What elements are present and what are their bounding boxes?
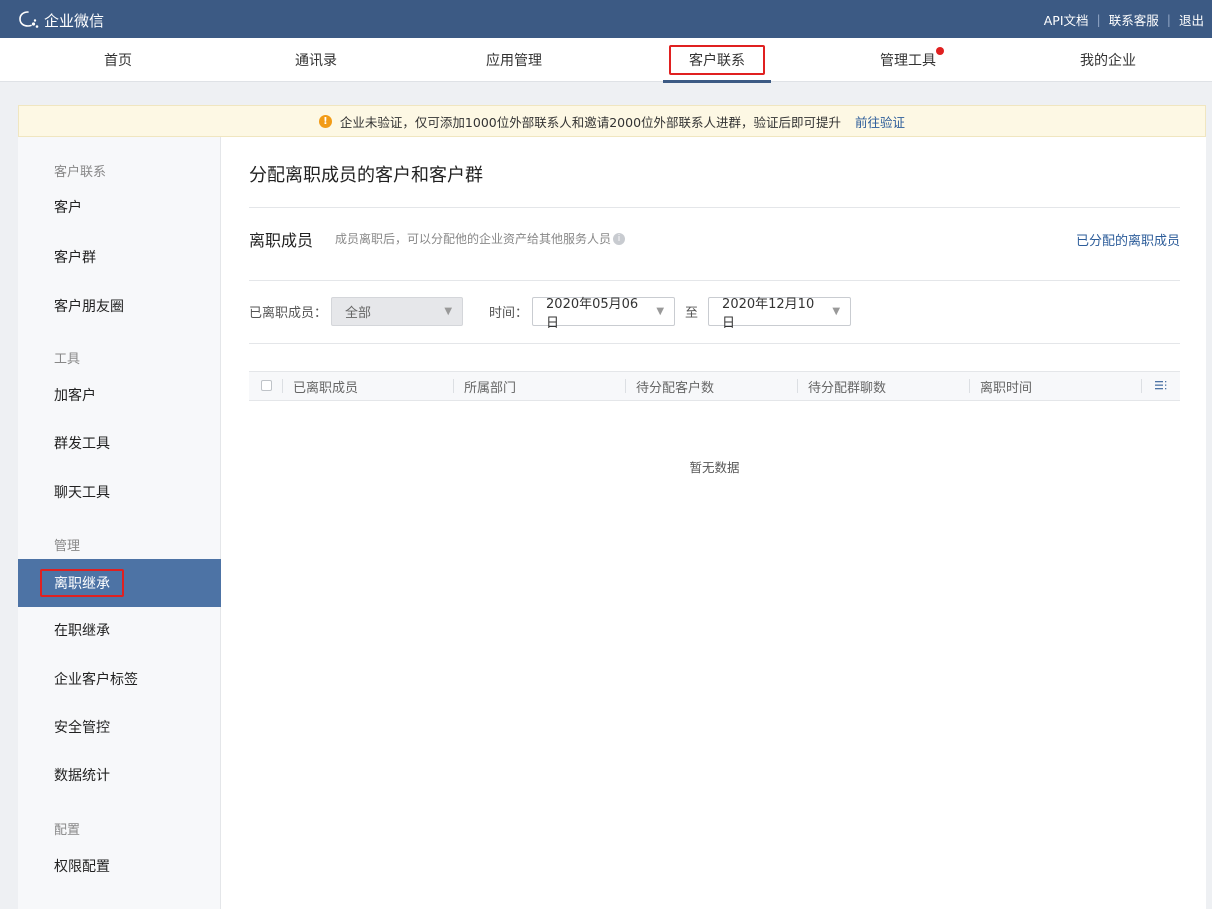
column-header-member[interactable]: 已离职成员	[293, 372, 358, 400]
main-panel: 客户联系 客户 客户群 客户朋友圈 工具 加客户 群发工具 聊天工具 管理 离职…	[18, 137, 1206, 909]
section-title: 离职成员	[249, 231, 314, 250]
time-filter-label: 时间：	[489, 306, 529, 321]
end-date-select[interactable]: 2020年12月10日 ▼	[708, 297, 852, 331]
warning-icon: !	[318, 114, 332, 128]
member-filter-select[interactable]: 全部 ▼	[331, 297, 464, 326]
column-header-pending-groups[interactable]: 待分配群聊数	[808, 372, 886, 400]
member-filter-value: 全部	[345, 306, 372, 321]
sidebar-item-stats[interactable]: 数据统计	[18, 751, 221, 799]
top-links: API文档 | 联系客服 | 退出	[1044, 0, 1204, 38]
column-header-pending-customers[interactable]: 待分配客户数	[636, 372, 714, 400]
column-separator	[1141, 379, 1142, 393]
to-label: 至	[685, 306, 699, 321]
top-bar: 企业微信 API文档 | 联系客服 | 退出	[0, 0, 1212, 38]
nav-app-management[interactable]: 应用管理	[414, 38, 614, 82]
sidebar-item-label: 数据统计	[54, 768, 110, 784]
sidebar-item-mass-send[interactable]: 群发工具	[18, 419, 221, 467]
end-date-value: 2020年12月10日	[722, 296, 815, 331]
sidebar-item-label: 客户朋友圈	[54, 299, 124, 315]
app-logo[interactable]: 企业微信	[18, 9, 104, 31]
app-title: 企业微信	[44, 11, 105, 30]
sidebar-group-manage: 管理	[54, 539, 81, 554]
empty-state-text: 暂无数据	[689, 460, 740, 475]
sidebar-item-moments[interactable]: 客户朋友圈	[18, 282, 221, 330]
sidebar-item-label: 加客户	[54, 388, 96, 404]
sidebar-item-label: 离职继承	[40, 569, 124, 597]
sidebar: 客户联系 客户 客户群 客户朋友圈 工具 加客户 群发工具 聊天工具 管理 离职…	[18, 137, 221, 909]
nav-label: 首页	[104, 53, 132, 69]
sidebar-group-customer-contact: 客户联系	[54, 165, 107, 180]
sidebar-item-label: 安全管控	[54, 720, 110, 736]
divider	[249, 207, 1180, 208]
nav-label: 管理工具	[880, 47, 944, 70]
divider	[249, 280, 1180, 281]
column-header-resign-time[interactable]: 离职时间	[980, 372, 1032, 400]
sidebar-item-label: 企业客户标签	[54, 672, 138, 688]
content-area: 分配离职成员的客户和客户群 离职成员 成员离职后，可以分配他的企业资产给其他服务…	[249, 137, 1180, 909]
info-icon[interactable]: i	[613, 232, 626, 245]
start-date-select[interactable]: 2020年05月06日 ▼	[532, 297, 676, 331]
sidebar-item-security[interactable]: 安全管控	[18, 703, 221, 751]
dropdown-arrow-icon: ▼	[832, 306, 841, 317]
sidebar-item-permissions[interactable]: 权限配置	[18, 842, 221, 890]
dropdown-arrow-icon: ▼	[656, 306, 665, 317]
section-description-text: 成员离职后，可以分配他的企业资产给其他服务人员	[335, 232, 612, 246]
divider: |	[1096, 11, 1101, 27]
sidebar-item-label: 客户	[54, 200, 82, 216]
nav-contacts[interactable]: 通讯录	[216, 38, 416, 82]
start-date-value: 2020年05月06日	[546, 296, 639, 331]
verify-link[interactable]: 前往验证	[855, 112, 905, 131]
section-description: 成员离职后，可以分配他的企业资产给其他服务人员 i	[335, 230, 626, 247]
main-nav: 首页 通讯录 应用管理 客户联系 管理工具 我的企业	[0, 38, 1212, 83]
sidebar-item-onjob-inherit[interactable]: 在职继承	[18, 606, 221, 654]
nav-label: 通讯录	[295, 53, 337, 69]
notification-dot	[936, 47, 944, 55]
contact-support-link[interactable]: 联系客服	[1109, 10, 1159, 29]
notice-text: 企业未验证，仅可添加1000位外部联系人和邀请2000位外部联系人进群，验证后即…	[339, 114, 842, 130]
sidebar-group-config: 配置	[54, 823, 81, 838]
nav-label: 我的企业	[1080, 53, 1136, 69]
sidebar-item-label: 聊天工具	[54, 485, 110, 501]
nav-label: 客户联系	[669, 45, 765, 75]
sidebar-group-tools: 工具	[54, 352, 81, 367]
divider	[249, 343, 1180, 344]
column-separator	[453, 379, 454, 393]
assigned-members-link[interactable]: 已分配的离职成员	[1076, 230, 1180, 249]
filter-row: 已离职成员： 全部 ▼ 时间： 2020年05月06日 ▼ 至 2020年12月…	[249, 297, 852, 331]
sidebar-item-tags[interactable]: 企业客户标签	[18, 655, 221, 703]
nav-management-tools[interactable]: 管理工具	[808, 38, 1008, 82]
api-docs-link[interactable]: API文档	[1044, 10, 1089, 29]
nav-label-text: 管理工具	[880, 53, 936, 69]
sidebar-item-label: 在职继承	[54, 623, 110, 639]
nav-active-indicator	[663, 80, 771, 83]
column-separator	[625, 379, 626, 393]
wecom-logo-icon	[19, 11, 39, 28]
sidebar-item-label: 客户群	[54, 250, 96, 266]
sidebar-item-resigned-inherit[interactable]: 离职继承	[18, 559, 221, 607]
sidebar-item-label: 权限配置	[54, 859, 110, 875]
verification-notice: ! 企业未验证，仅可添加1000位外部联系人和邀请2000位外部联系人进群，验证…	[18, 105, 1206, 137]
page-title: 分配离职成员的客户和客户群	[249, 165, 483, 186]
column-separator	[797, 379, 798, 393]
dropdown-arrow-icon: ▼	[444, 306, 453, 317]
nav-customer-contact[interactable]: 客户联系	[617, 38, 817, 82]
nav-home[interactable]: 首页	[18, 38, 218, 82]
table-header: 已离职成员 所属部门 待分配客户数 待分配群聊数 离职时间	[249, 371, 1180, 401]
column-separator	[969, 379, 970, 393]
nav-label: 应用管理	[486, 53, 542, 69]
sidebar-item-customers[interactable]: 客户	[18, 183, 221, 231]
divider: |	[1166, 11, 1171, 27]
sidebar-item-label: 群发工具	[54, 436, 110, 452]
sidebar-item-customer-groups[interactable]: 客户群	[18, 233, 221, 281]
sidebar-item-add-customer[interactable]: 加客户	[18, 371, 221, 419]
logout-link[interactable]: 退出	[1179, 10, 1204, 29]
member-filter-label: 已离职成员：	[249, 306, 328, 321]
select-all-checkbox[interactable]	[261, 380, 272, 391]
column-header-department[interactable]: 所属部门	[464, 372, 516, 400]
column-separator	[282, 379, 283, 393]
sidebar-item-chat-tools[interactable]: 聊天工具	[18, 468, 221, 516]
nav-my-company[interactable]: 我的企业	[1008, 38, 1208, 82]
column-settings-icon[interactable]	[1154, 378, 1168, 392]
